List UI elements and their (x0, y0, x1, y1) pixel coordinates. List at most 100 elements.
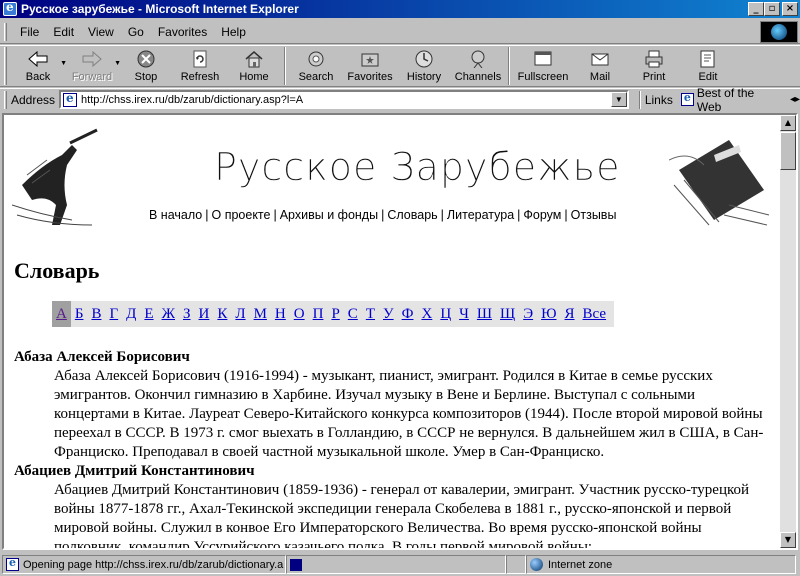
refresh-button[interactable]: Refresh (173, 46, 227, 86)
back-arrow-icon (27, 49, 49, 69)
zone-pane: Internet zone (526, 555, 796, 574)
menu-favorites[interactable]: Favorites (151, 25, 214, 39)
page-title: Словарь (14, 258, 100, 283)
throbber-logo (760, 21, 798, 43)
nav-separator: | (517, 208, 521, 222)
toolbar-grip[interactable] (4, 47, 7, 85)
letter-link[interactable]: Ш (473, 301, 496, 327)
letter-link[interactable]: Г (105, 301, 122, 327)
page-icon (63, 91, 78, 107)
entry: Абаза Алексей Борисович Абаза Алексей Бо… (14, 348, 774, 462)
back-button[interactable]: Back ▼ (11, 46, 67, 86)
progress-pane (286, 555, 506, 574)
mail-button[interactable]: Mail (573, 46, 627, 86)
stop-label: Stop (134, 71, 158, 83)
close-button[interactable]: × (782, 2, 798, 16)
nav-about[interactable]: О проекте (212, 208, 271, 222)
nav-dictionary[interactable]: Словарь (387, 208, 437, 222)
letter-link[interactable]: А (52, 301, 71, 327)
search-button[interactable]: Search (289, 46, 343, 86)
print-label: Print (642, 71, 666, 83)
ie-app-icon[interactable] (3, 0, 17, 16)
stop-icon (135, 49, 157, 69)
menu-view[interactable]: View (81, 25, 121, 39)
address-grip[interactable] (4, 90, 7, 109)
letter-link[interactable]: Все (579, 301, 611, 327)
letter-link[interactable]: О (290, 301, 309, 327)
letter-link[interactable]: П (309, 301, 328, 327)
fullscreen-button[interactable]: Fullscreen (513, 46, 573, 86)
letter-link[interactable]: М (250, 301, 271, 327)
menu-file[interactable]: File (13, 25, 46, 39)
nav-forum[interactable]: Форум (523, 208, 561, 222)
scroll-up-icon[interactable]: ▲ (780, 115, 796, 131)
letter-link[interactable]: Ч (455, 301, 473, 327)
vertical-scrollbar[interactable]: ▲ ▼ (780, 115, 796, 548)
channels-icon (467, 49, 489, 69)
letter-link[interactable]: Ю (537, 301, 560, 327)
letter-link[interactable]: Д (122, 301, 140, 327)
nav-feedback[interactable]: Отзывы (571, 208, 617, 222)
letter-link[interactable]: Щ (496, 301, 519, 327)
menu-go[interactable]: Go (121, 25, 151, 39)
dictionary-entries: Абаза Алексей Борисович Абаза Алексей Бо… (14, 348, 774, 548)
letter-link[interactable]: Н (271, 301, 290, 327)
links-label[interactable]: Links (645, 93, 673, 107)
edit-page-icon (697, 49, 719, 69)
address-input[interactable] (81, 93, 611, 106)
print-button[interactable]: Print (627, 46, 681, 86)
status-text-pane: Opening page http://chss.irex.ru/db/zaru… (2, 555, 286, 574)
forward-button[interactable]: Forward ▼ (65, 46, 121, 86)
maximize-button[interactable]: ▫ (764, 2, 780, 16)
letter-link[interactable]: Л (231, 301, 249, 327)
menu-grip[interactable] (4, 22, 7, 41)
scroll-down-icon[interactable]: ▼ (780, 532, 796, 548)
stop-button[interactable]: Stop (119, 46, 173, 86)
page-loading-icon (6, 556, 19, 571)
letter-link[interactable]: Ц (436, 301, 455, 327)
letter-link[interactable]: В (87, 301, 105, 327)
history-button[interactable]: History (397, 46, 451, 86)
letter-link[interactable]: Я (561, 301, 579, 327)
address-field: ▼ (59, 90, 629, 109)
web-page: Русское Зарубежье В начало | О проекте | Арх… (4, 115, 780, 548)
letter-link[interactable]: С (344, 301, 362, 327)
site-logo[interactable]: Русское Зарубежье (214, 145, 620, 189)
nav-archives[interactable]: Архивы и фонды (280, 208, 378, 222)
favorites-button[interactable]: Favorites (343, 46, 397, 86)
letter-link[interactable]: Т (362, 301, 379, 327)
nav-home[interactable]: В начало (149, 208, 202, 222)
letter-link[interactable]: И (195, 301, 214, 327)
letter-link[interactable]: Х (417, 301, 436, 327)
minimize-button[interactable]: _ (748, 2, 764, 16)
address-dropdown-icon[interactable]: ▼ (610, 92, 627, 107)
letter-link[interactable]: З (179, 301, 195, 327)
fullscreen-label: Fullscreen (517, 71, 569, 83)
forward-arrow-icon (81, 49, 103, 69)
letter-link[interactable]: Ж (158, 301, 179, 327)
menu-edit[interactable]: Edit (46, 25, 81, 39)
globe-icon (771, 24, 787, 40)
edit-button[interactable]: Edit (681, 46, 735, 86)
entry-title: Абациев Дмитрий Константинович (14, 463, 255, 479)
channels-button[interactable]: Channels (451, 46, 505, 86)
links-more-icon[interactable]: ◂▸ (790, 94, 800, 105)
menu-help[interactable]: Help (214, 25, 253, 39)
entry-body: Абациев Дмитрий Константинович (1859-193… (54, 482, 750, 548)
mail-label: Mail (589, 71, 611, 83)
letter-link[interactable]: Б (71, 301, 88, 327)
letter-link[interactable]: К (213, 301, 231, 327)
link-best-of-web[interactable]: Best of the Web (680, 86, 782, 114)
print-icon (643, 49, 665, 69)
letter-link[interactable]: Ф (398, 301, 418, 327)
home-button[interactable]: Home (227, 46, 281, 86)
scroll-thumb[interactable] (780, 132, 796, 170)
edit-label: Edit (698, 71, 718, 83)
letter-link[interactable]: Е (140, 301, 157, 327)
letter-link[interactable]: У (379, 301, 398, 327)
letter-link[interactable]: Э (519, 301, 537, 327)
nav-literature[interactable]: Литература (447, 208, 514, 222)
letter-link[interactable]: Р (327, 301, 343, 327)
zone-text: Internet zone (548, 558, 613, 571)
nav-separator: | (440, 208, 444, 222)
